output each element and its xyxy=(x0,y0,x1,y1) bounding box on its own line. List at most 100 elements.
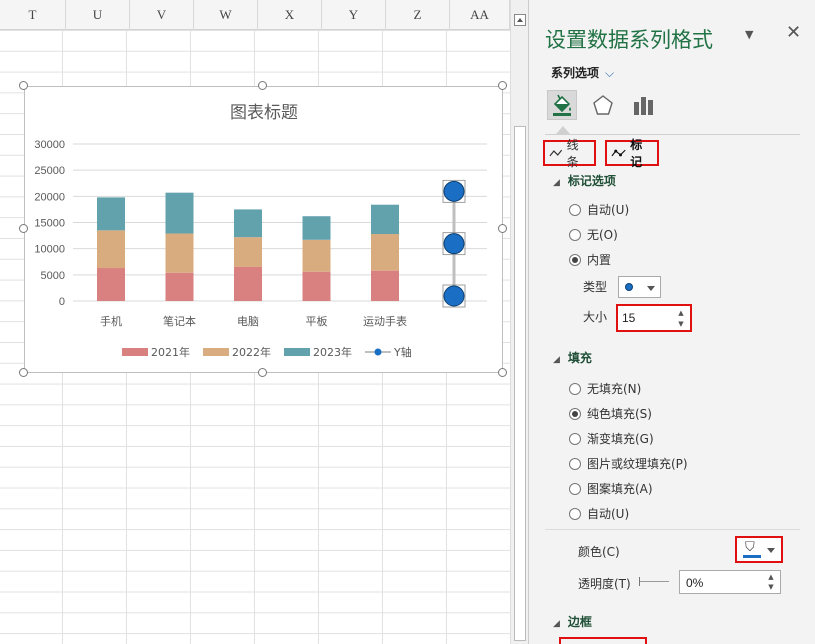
vertical-scrollbar[interactable] xyxy=(510,0,528,644)
resize-handle[interactable] xyxy=(258,81,267,90)
resize-handle[interactable] xyxy=(19,368,28,377)
bar-2023年 xyxy=(234,209,262,238)
radio-button[interactable] xyxy=(569,432,581,445)
radio-marker-builtin[interactable]: 内置 xyxy=(569,251,611,268)
series-options-dropdown[interactable]: 系列选项 ⌵ xyxy=(551,64,614,81)
transparency-label: 透明度(T) xyxy=(578,577,631,591)
radio-button[interactable] xyxy=(569,228,581,241)
fill-section-label: 填充 xyxy=(567,351,592,365)
scroll-up-icon[interactable] xyxy=(514,14,526,26)
border-section[interactable]: ◢ 边框 xyxy=(553,613,592,630)
radio-fill-auto[interactable]: 自动(U) xyxy=(569,505,629,522)
line-icon xyxy=(549,149,563,157)
spin-down-icon[interactable]: ▼ xyxy=(767,583,775,591)
close-icon[interactable]: ✕ xyxy=(786,22,801,43)
radio-button[interactable] xyxy=(569,507,581,520)
radio-marker-none[interactable]: 无(O) xyxy=(569,226,618,243)
radio-marker-auto[interactable]: 自动(U) xyxy=(569,201,629,218)
radio-fill-pattern[interactable]: 图案填充(A) xyxy=(569,480,653,497)
radio-label: 无(O) xyxy=(587,228,618,242)
fill-color-button[interactable]: ⛉ xyxy=(735,536,783,563)
collapse-triangle-icon: ◢ xyxy=(553,355,560,365)
radio-label: 图案填充(A) xyxy=(587,482,653,496)
x-tick-label: 平板 xyxy=(306,314,328,328)
bar-2021年 xyxy=(371,270,399,301)
radio-fill-none[interactable]: 无填充(N) xyxy=(569,380,641,397)
resize-handle[interactable] xyxy=(498,224,507,233)
paint-bucket-icon: ⛉ xyxy=(745,540,755,555)
marker-size-label: 大小 xyxy=(583,310,608,324)
transparency-spinner[interactable]: ▲ ▼ xyxy=(679,570,781,594)
bar-2022年 xyxy=(371,234,399,271)
spin-up-icon[interactable]: ▲ xyxy=(677,309,685,317)
x-tick-label: 运动手表 xyxy=(363,314,407,328)
column-header-t[interactable]: T xyxy=(0,0,66,30)
bar-2021年 xyxy=(234,266,262,301)
transparency-slider[interactable] xyxy=(639,577,669,586)
spin-down-icon[interactable]: ▼ xyxy=(677,320,685,328)
radio-fill-picture[interactable]: 图片或纹理填充(P) xyxy=(569,455,688,472)
legend-swatch xyxy=(374,348,382,356)
chart-container[interactable]: 图表标题 30000 25000 20000 15000 10000 5000 0 手机 笔记本 电… xyxy=(24,86,503,373)
dropdown-arrow-icon xyxy=(767,548,775,553)
chevron-down-icon[interactable]: ▼ xyxy=(745,28,753,41)
marker-size-input[interactable] xyxy=(622,310,676,326)
highlight-box xyxy=(559,637,647,644)
radio-label: 自动(U) xyxy=(587,507,630,521)
resize-handle[interactable] xyxy=(498,368,507,377)
fill-color-label: 颜色(C) xyxy=(578,545,620,559)
bar-2021年 xyxy=(302,271,331,301)
bar-2021年 xyxy=(165,272,194,301)
radio-button[interactable] xyxy=(569,482,581,495)
marker-options-section[interactable]: ◢ 标记选项 xyxy=(553,172,616,189)
format-data-series-pane: 设置数据系列格式 ▼ ✕ 系列选项 ⌵ 线条 标记 ◢ 标记选项 自动(U) 无… xyxy=(528,0,815,644)
bar-2023年 xyxy=(97,197,125,231)
spreadsheet-area: T U V W X Y Z AA 图表标题 30000 25000 20000 1500… xyxy=(0,0,528,644)
column-header-aa[interactable]: AA xyxy=(450,0,510,30)
transparency-input[interactable] xyxy=(686,575,756,590)
marker-size-spinner[interactable]: ▲ ▼ xyxy=(616,304,692,332)
radio-button[interactable] xyxy=(569,457,581,470)
y-tick-label: 0 xyxy=(59,296,65,308)
series-options-bars-icon[interactable] xyxy=(628,90,658,120)
column-header-y[interactable]: Y xyxy=(322,0,386,30)
radio-label: 自动(U) xyxy=(587,203,630,217)
fill-line-icon[interactable] xyxy=(547,90,577,120)
legend-label: 2021年 xyxy=(151,345,190,359)
column-header-z[interactable]: Z xyxy=(386,0,450,30)
legend-swatch xyxy=(284,348,310,356)
legend-swatch xyxy=(203,348,229,356)
radio-label: 无填充(N) xyxy=(587,382,642,396)
resize-handle[interactable] xyxy=(19,81,28,90)
marker-line-icon xyxy=(611,149,626,157)
column-header-u[interactable]: U xyxy=(66,0,130,30)
radio-fill-gradient[interactable]: 渐变填充(G) xyxy=(569,430,654,447)
radio-button[interactable] xyxy=(569,203,581,216)
tab-marker[interactable]: 标记 xyxy=(605,138,659,169)
radio-fill-solid[interactable]: 纯色填充(S) xyxy=(569,405,652,422)
fill-section[interactable]: ◢ 填充 xyxy=(553,349,592,366)
spin-up-icon[interactable]: ▲ xyxy=(767,573,775,581)
scroll-thumb[interactable] xyxy=(514,126,526,641)
radio-button[interactable] xyxy=(569,382,581,395)
resize-handle[interactable] xyxy=(498,81,507,90)
marker-type-label: 类型 xyxy=(583,280,608,294)
legend-label: Y轴 xyxy=(393,345,412,359)
resize-handle[interactable] xyxy=(19,224,28,233)
legend-label: 2023年 xyxy=(313,345,352,359)
column-header-v[interactable]: V xyxy=(130,0,194,30)
radio-button-selected[interactable] xyxy=(569,407,581,420)
chart-svg: 图表标题 30000 25000 20000 15000 10000 5000 0 手机 笔记本 电… xyxy=(34,103,487,359)
column-header-w[interactable]: W xyxy=(194,0,258,30)
effects-pentagon-icon[interactable] xyxy=(588,90,618,120)
marker-type-select[interactable] xyxy=(618,276,661,298)
marker-options-label: 标记选项 xyxy=(567,174,616,188)
marker-point xyxy=(443,285,465,307)
tab-line[interactable]: 线条 xyxy=(543,138,596,169)
legend-label: 2022年 xyxy=(232,345,271,359)
divider xyxy=(545,529,800,530)
radio-button-selected[interactable] xyxy=(569,253,581,266)
legend-swatch xyxy=(122,348,148,356)
column-header-x[interactable]: X xyxy=(258,0,322,30)
resize-handle[interactable] xyxy=(258,368,267,377)
